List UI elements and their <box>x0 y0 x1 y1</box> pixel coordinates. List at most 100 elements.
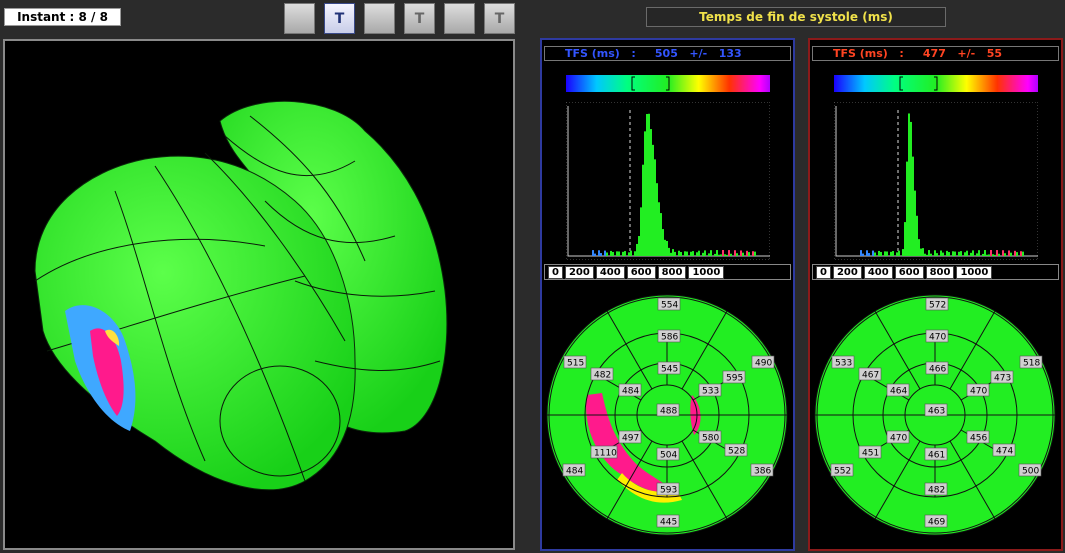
histogram-axis <box>567 106 770 257</box>
histogram-bar <box>652 144 654 256</box>
histogram-bar <box>612 251 614 256</box>
histogram-bar <box>616 251 618 256</box>
histogram-bar <box>692 251 694 256</box>
tfs-pm: +/- <box>957 47 976 60</box>
histogram-bar <box>746 250 748 256</box>
color-scale-bar <box>834 75 1038 92</box>
histogram-bar <box>988 254 990 256</box>
histogram-bar <box>960 251 962 256</box>
histogram-bar <box>630 250 632 256</box>
histogram-bar <box>610 250 612 256</box>
t-wave-up-button[interactable]: T <box>484 3 515 34</box>
t-wave-icon: T <box>414 10 425 27</box>
histogram-bar <box>708 253 710 256</box>
histogram-bar <box>890 251 892 256</box>
tfs-sd: 133 <box>718 47 742 60</box>
histogram-bar <box>618 251 620 256</box>
segment-label: 533 <box>831 355 855 369</box>
histogram-bar <box>936 253 938 256</box>
histogram-bar <box>912 156 914 256</box>
svg-text:482: 482 <box>928 486 945 496</box>
tick-label: 0 <box>816 265 831 279</box>
histogram-bar <box>958 251 960 256</box>
histogram-bar <box>654 159 656 256</box>
t-wave-button[interactable]: T <box>404 3 435 34</box>
histogram <box>566 102 770 260</box>
histogram-bar <box>916 215 918 256</box>
histogram-bar <box>668 247 670 256</box>
histogram-bar <box>742 252 744 256</box>
histogram-bar <box>690 251 692 256</box>
histogram-bar <box>1022 251 1024 256</box>
curve-down-button[interactable] <box>284 3 315 34</box>
histogram-bar <box>926 254 928 256</box>
svg-text:528: 528 <box>728 447 745 457</box>
left-analysis-panel: TFS (ms) : 505 +/- 133 0 200 400 600 800 1000… <box>540 38 795 551</box>
segment-label: 386 <box>750 463 774 477</box>
svg-text:518: 518 <box>1023 359 1040 369</box>
histogram-bar <box>872 250 874 256</box>
svg-text:466: 466 <box>929 365 946 375</box>
histogram-bar <box>648 113 650 257</box>
3d-heart-mesh[interactable] <box>5 41 513 548</box>
histogram-bar <box>720 254 722 256</box>
histogram-bar <box>1020 251 1022 256</box>
histogram-bar <box>714 253 716 256</box>
histogram-bar <box>928 250 930 256</box>
segment-label: 464 <box>886 383 910 397</box>
histogram-bar <box>724 254 726 256</box>
histogram-bar <box>984 250 986 256</box>
tfs-stats: TFS (ms) : 505 +/- 133 <box>544 46 791 61</box>
segment-label: 554 <box>657 297 681 311</box>
curve-corner-button[interactable] <box>364 3 395 34</box>
segment-label: 595 <box>722 370 746 384</box>
histogram-bar <box>862 253 864 256</box>
histogram-bar <box>748 252 750 256</box>
histogram-bar <box>734 250 736 256</box>
histogram-bar <box>722 250 724 256</box>
histogram-bar <box>1002 250 1004 256</box>
tfs-sd: 55 <box>986 47 1002 60</box>
3d-heart-view[interactable] <box>3 39 515 550</box>
svg-text:595: 595 <box>726 374 743 384</box>
curve-corner-button[interactable] <box>444 3 475 34</box>
histogram-bar <box>934 250 936 256</box>
segment-label: 445 <box>656 514 680 528</box>
histogram-bar <box>896 252 898 256</box>
svg-text:445: 445 <box>660 518 677 528</box>
svg-text:488: 488 <box>660 407 677 417</box>
svg-text:533: 533 <box>702 387 719 397</box>
histogram-bar <box>970 252 972 256</box>
histogram-bar <box>680 251 682 256</box>
histogram-x-axis: 0 200 400 600 800 1000 <box>812 264 1059 280</box>
bullseye-plot[interactable]: 572 470 533 467 466 518 473 464 470 463 470 456 451 4… <box>810 285 1061 547</box>
histogram-bar <box>730 253 732 256</box>
t-wave-down-button[interactable]: T <box>324 3 355 34</box>
histogram-bar <box>740 250 742 256</box>
histogram-bar <box>646 113 648 256</box>
histogram-bar <box>660 213 662 256</box>
histogram-bar <box>914 190 916 256</box>
svg-text:470: 470 <box>970 387 987 397</box>
histogram-bar <box>940 250 942 256</box>
histogram-bar <box>946 250 948 256</box>
bullseye-plot[interactable]: 554 586 515 482 545 490 595 484 533 488 497 580 1110… <box>542 285 793 547</box>
histogram-bar <box>964 252 966 256</box>
svg-text:470: 470 <box>929 333 946 343</box>
tick-label: 0 <box>548 265 563 279</box>
histogram-bar <box>886 251 888 256</box>
histogram-bar <box>684 251 686 256</box>
svg-text:474: 474 <box>996 447 1013 457</box>
svg-text:533: 533 <box>835 359 852 369</box>
histogram-bar <box>686 251 688 256</box>
histogram-bar <box>966 250 968 256</box>
histogram-bar <box>924 253 926 256</box>
histogram-bar <box>754 251 756 256</box>
svg-text:464: 464 <box>890 387 907 397</box>
segment-label: 593 <box>656 482 680 496</box>
segment-label: 528 <box>724 443 748 457</box>
histogram-bar <box>994 254 996 256</box>
svg-text:515: 515 <box>567 359 584 369</box>
segment-label: 456 <box>966 430 990 444</box>
histogram <box>834 102 1038 260</box>
